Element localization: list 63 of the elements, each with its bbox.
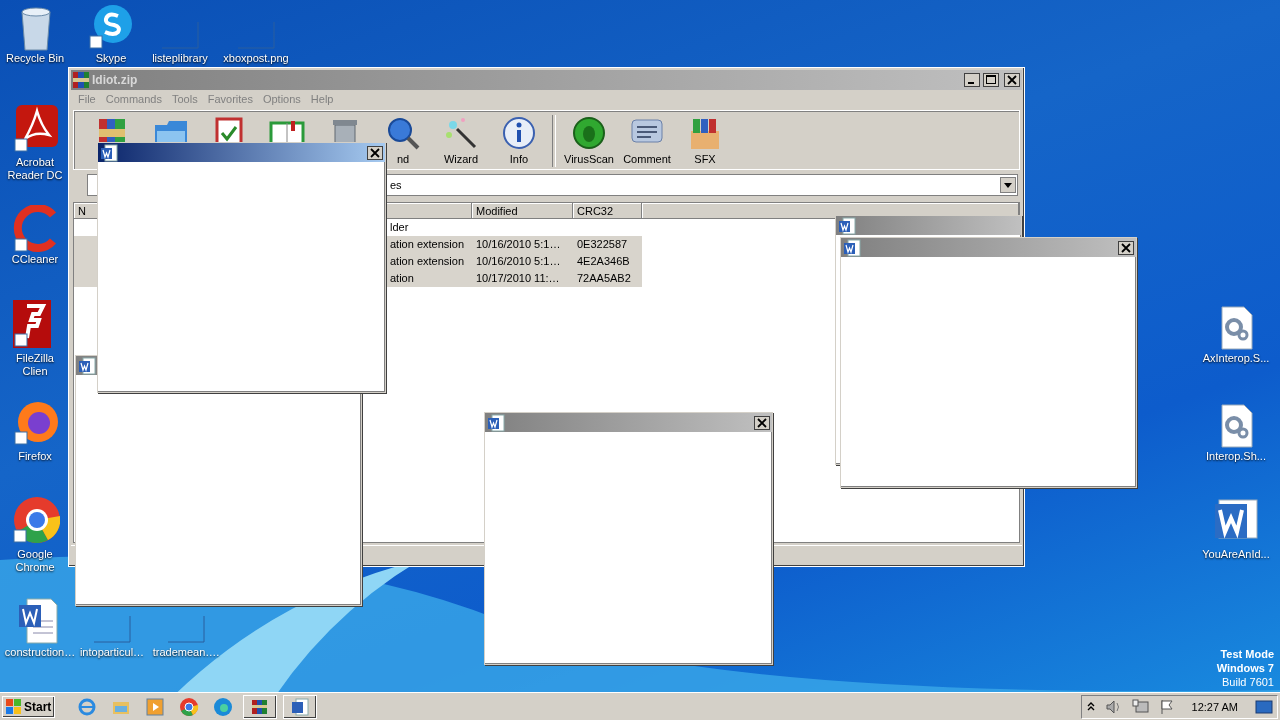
desktop-icon-label[interactable]: YouAreAnId... — [1202, 548, 1270, 561]
toolbar-button[interactable]: VirusScan — [564, 115, 614, 165]
table-cell: 72AA5AB2 — [577, 272, 631, 284]
desktop-icon-label[interactable]: AxInterop.S... — [1202, 352, 1270, 365]
close-icon[interactable] — [1004, 73, 1020, 87]
toolbar-button[interactable]: Wizard — [436, 115, 486, 165]
desktop-icon-label[interactable]: Skype — [95, 52, 127, 65]
table-cell: 0E322587 — [577, 238, 628, 250]
table-cell-text: lder — [389, 220, 410, 235]
windows-logo-icon — [6, 698, 22, 715]
taskbar-app-icon — [77, 696, 98, 717]
table-cell-text: ation — [389, 271, 415, 286]
taskbar-app-icon — [290, 696, 311, 717]
flag-icon[interactable] — [1158, 698, 1175, 715]
maximize-icon[interactable] — [983, 73, 999, 87]
skype-icon[interactable] — [88, 4, 134, 50]
table-cell: 10/16/2010 5:1… — [476, 238, 561, 250]
clock[interactable]: 12:27 AM — [1191, 700, 1238, 713]
network-icon[interactable] — [1131, 698, 1150, 715]
taskbar-button[interactable] — [283, 694, 318, 719]
desktop-icon-label[interactable]: FileZilla Clien — [3, 352, 67, 378]
toolbar-icon — [385, 115, 421, 151]
taskbar-app-icon — [213, 696, 234, 717]
acrobat-icon[interactable] — [13, 105, 59, 153]
table-cell: 10/17/2010 11:… — [476, 272, 560, 284]
desktop-icon-label[interactable]: Interop.Sh... — [1206, 450, 1266, 463]
table-cell-text: ation extension — [389, 237, 465, 252]
desktop-icon-label[interactable]: Firefox — [18, 450, 52, 463]
taskbar-app-icon — [179, 696, 200, 717]
close-icon[interactable] — [754, 415, 770, 430]
toolbar-button[interactable]: SFX — [680, 115, 730, 165]
window-title: Idiot.zip — [92, 73, 138, 87]
ccleaner-icon[interactable] — [13, 205, 59, 253]
toolbar-icon — [501, 115, 537, 151]
toolbar-icon — [571, 115, 607, 151]
desktop-icon-label[interactable]: Google Chrome — [3, 548, 67, 574]
archive-app-icon — [73, 72, 89, 88]
toolbar-icon — [443, 115, 479, 151]
watermark-line: Test Mode — [1220, 647, 1274, 661]
column-header[interactable]: Modified — [472, 203, 573, 219]
toolbar-button[interactable]: Info — [494, 115, 544, 165]
close-icon[interactable] — [367, 145, 383, 160]
dropdown-caret-icon[interactable] — [1000, 177, 1016, 193]
table-cell-text: ation extension — [389, 254, 465, 269]
table-cell: 4E2A346B — [577, 255, 630, 267]
desktop-icon-label[interactable]: Acrobat Reader DC — [3, 156, 67, 182]
desktop-icon-label[interactable]: xboxpost.png — [223, 52, 289, 65]
table-cell: 10/16/2010 5:1… — [476, 255, 561, 267]
desktop-icon-label[interactable]: CCleaner — [11, 253, 59, 266]
start-button[interactable]: Start — [2, 695, 56, 718]
desktop-icon-label[interactable]: listeplibrary — [152, 52, 208, 65]
watermark-line: Build 7601 — [1222, 675, 1274, 689]
show-desktop-icon[interactable] — [1255, 698, 1273, 715]
close-icon[interactable] — [1118, 240, 1134, 255]
minimize-icon[interactable] — [964, 73, 980, 87]
watermark-line: Windows 7 — [1216, 661, 1274, 675]
column-header[interactable]: CRC32 — [573, 203, 642, 219]
toolbar-button[interactable]: nd — [378, 115, 428, 165]
toolbar-button[interactable]: Comment — [622, 115, 672, 165]
taskbar-button[interactable] — [243, 694, 278, 719]
taskbar-app-icon — [145, 696, 166, 717]
desktop-icon-label[interactable]: Recycle Bin — [5, 52, 65, 65]
chrome-icon[interactable] — [12, 496, 60, 544]
